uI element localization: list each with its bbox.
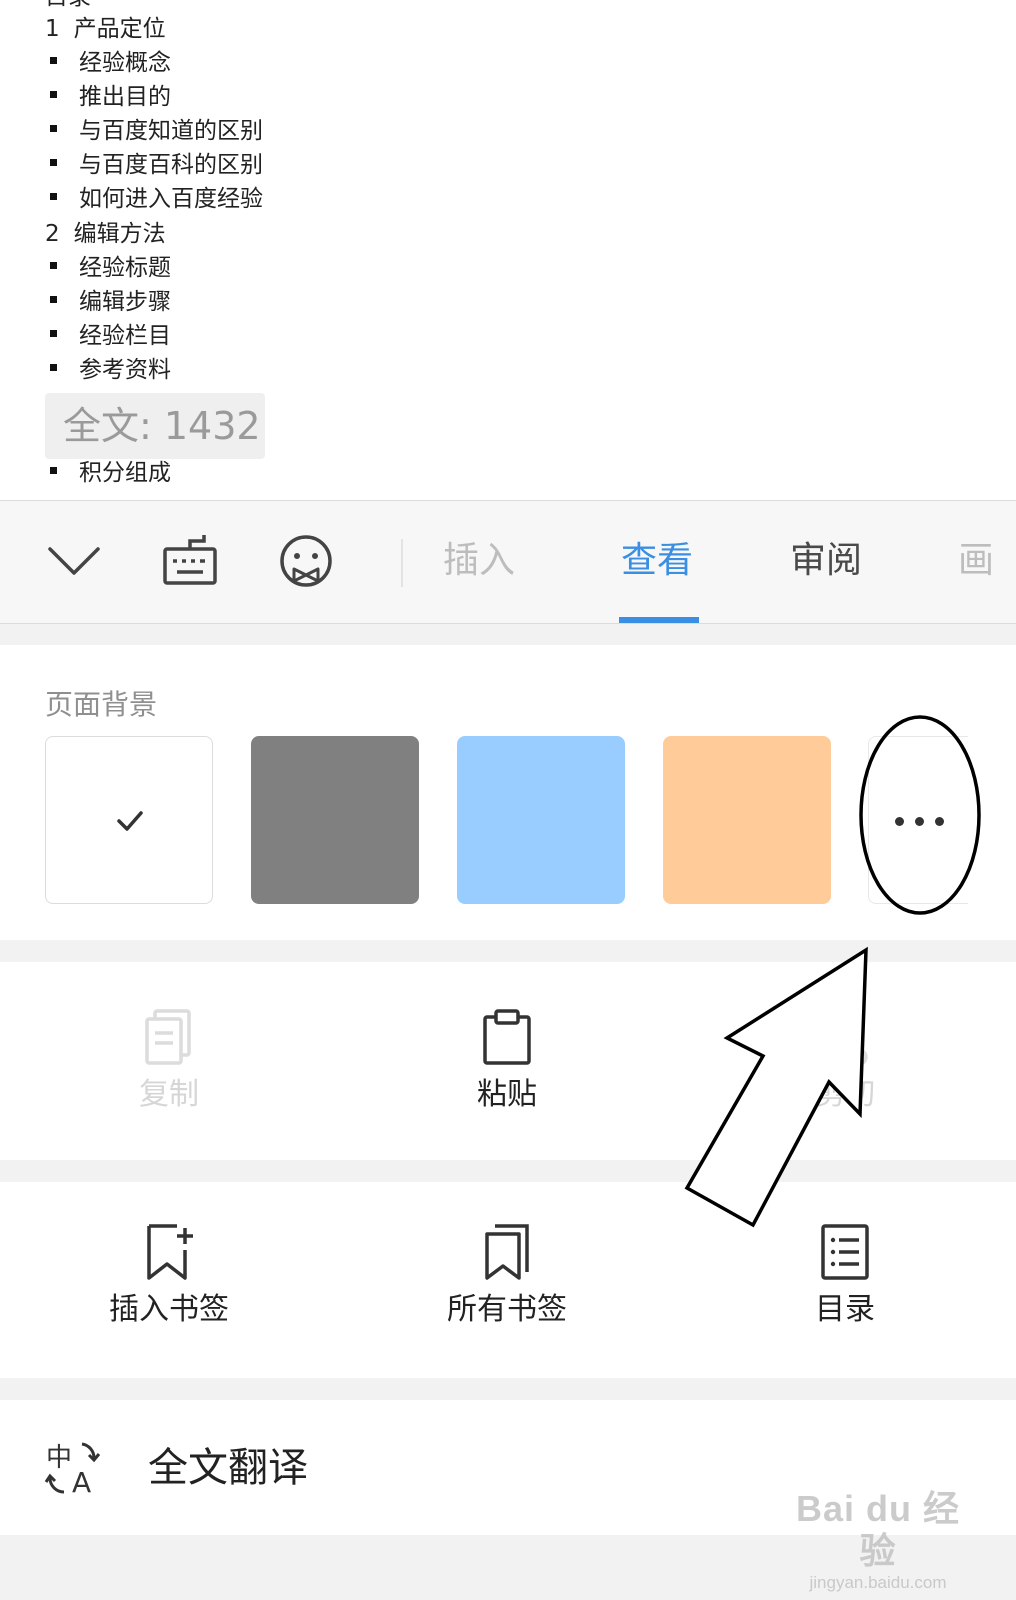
swatch-white[interactable] (45, 736, 213, 904)
toc-item[interactable]: 编辑步骤 (50, 287, 171, 317)
bullet-icon (50, 91, 57, 98)
toc-label: 目录 (815, 1292, 875, 1327)
all-bookmarks-label: 所有书签 (447, 1292, 567, 1327)
tab-view[interactable]: 查看 (621, 537, 693, 585)
edit-actions-row: 复制 粘贴 剪切 (0, 962, 1016, 1160)
toc-item[interactable]: 如何进入百度经验 (50, 184, 263, 214)
tab-review[interactable]: 审阅 (790, 537, 862, 585)
watermark-logo: Bai du 经验 jingyan.baidu.com (795, 1488, 960, 1592)
swatch-blue[interactable] (457, 736, 625, 904)
bullet-icon (50, 364, 57, 371)
toc-item-text: 与百度知道的区别 (79, 118, 263, 144)
collapse-chevron-icon[interactable] (44, 531, 104, 591)
toc-heading-text: 编辑方法 (73, 221, 166, 247)
toc-heading-2[interactable]: 2 编辑方法 (45, 219, 166, 249)
tab-insert[interactable]: 插入 (443, 537, 515, 585)
bullet-icon (50, 330, 57, 337)
page-background-title: 页面背景 (45, 688, 158, 721)
insert-bookmark-label: 插入书签 (109, 1292, 229, 1327)
toc-heading-1[interactable]: 1 产品定位 (45, 14, 166, 44)
cut-icon (822, 1009, 868, 1066)
copy-icon (145, 1009, 191, 1065)
toc-heading-number: 2 (45, 221, 60, 247)
bookmarks-icon (485, 1224, 529, 1280)
toc-item-text: 经验标题 (79, 255, 171, 281)
toc-item[interactable]: 经验概念 (50, 48, 171, 78)
toc-item-text: 经验概念 (79, 50, 171, 76)
cut-label: 剪切 (815, 1077, 875, 1112)
toc-title: 目录 (45, 0, 91, 12)
document-area[interactable]: 目录 1 产品定位 经验概念 推出目的 与百度知道的区别 与百度百科的区别 如何进… (0, 0, 1016, 500)
cut-button[interactable]: 剪切 (745, 1007, 945, 1115)
toc-item-text: 积分组成 (79, 460, 171, 486)
ribbon-toolbar: 插入 查看 审阅 画 (0, 500, 1016, 624)
bullet-icon (50, 57, 57, 64)
section-gap (0, 940, 1016, 962)
toc-item-text: 经验栏目 (79, 323, 171, 349)
svg-text:A: A (72, 1466, 91, 1496)
toc-item[interactable]: 积分组成 (50, 458, 171, 488)
toc-item-text: 推出目的 (79, 84, 171, 110)
bullet-icon (50, 467, 57, 474)
toc-button[interactable]: 目录 (745, 1222, 945, 1330)
toc-item[interactable]: 经验栏目 (50, 321, 171, 351)
toc-item-text: 编辑步骤 (79, 289, 171, 315)
toc-item[interactable]: 参考资料 (50, 355, 171, 385)
emoji-icon[interactable] (276, 531, 336, 591)
more-colors-button[interactable] (868, 736, 968, 904)
section-gap (0, 1378, 1016, 1400)
bullet-icon (50, 193, 57, 200)
toc-item[interactable]: 与百度百科的区别 (50, 150, 263, 180)
translate-label: 全文翻译 (148, 1445, 308, 1491)
paste-button[interactable]: 粘贴 (407, 1007, 607, 1115)
section-gap (0, 1160, 1016, 1182)
all-bookmarks-button[interactable]: 所有书签 (407, 1222, 607, 1330)
toc-item[interactable]: 经验标题 (50, 253, 171, 283)
toc-heading-text: 产品定位 (73, 16, 166, 42)
translate-icon: 中 A (44, 1442, 101, 1496)
toc-item-text: 如何进入百度经验 (79, 186, 263, 212)
bullet-icon (50, 125, 57, 132)
add-bookmark-icon (147, 1224, 193, 1280)
toolbar-divider (401, 539, 403, 587)
bullet-icon (50, 262, 57, 269)
page-background-panel: 页面背景 (0, 645, 1016, 940)
tab-draw[interactable]: 画 (958, 537, 1016, 585)
toc-item-text: 参考资料 (79, 357, 171, 383)
bullet-icon (50, 296, 57, 303)
section-gap (0, 624, 1016, 645)
check-icon (117, 811, 143, 831)
swatch-orange[interactable] (663, 736, 831, 904)
bullet-icon (50, 159, 57, 166)
copy-button[interactable]: 复制 (69, 1007, 269, 1115)
insert-bookmark-button[interactable]: 插入书签 (69, 1222, 269, 1330)
toc-item[interactable]: 推出目的 (50, 82, 171, 112)
active-tab-indicator (619, 617, 699, 623)
bookmark-actions-row: 插入书签 所有书签 目录 (0, 1182, 1016, 1378)
toc-icon (821, 1224, 869, 1280)
keyboard-icon[interactable] (160, 531, 220, 591)
svg-text:中: 中 (46, 1443, 72, 1473)
toc-item[interactable]: 与百度知道的区别 (50, 116, 263, 146)
swatch-gray[interactable] (251, 736, 419, 904)
copy-label: 复制 (139, 1077, 199, 1112)
word-count-badge: 全文: 1432 (45, 393, 265, 459)
paste-label: 粘贴 (477, 1077, 537, 1112)
paste-icon (483, 1009, 531, 1065)
toc-heading-number: 1 (45, 16, 60, 42)
toc-item-text: 与百度百科的区别 (79, 152, 263, 178)
